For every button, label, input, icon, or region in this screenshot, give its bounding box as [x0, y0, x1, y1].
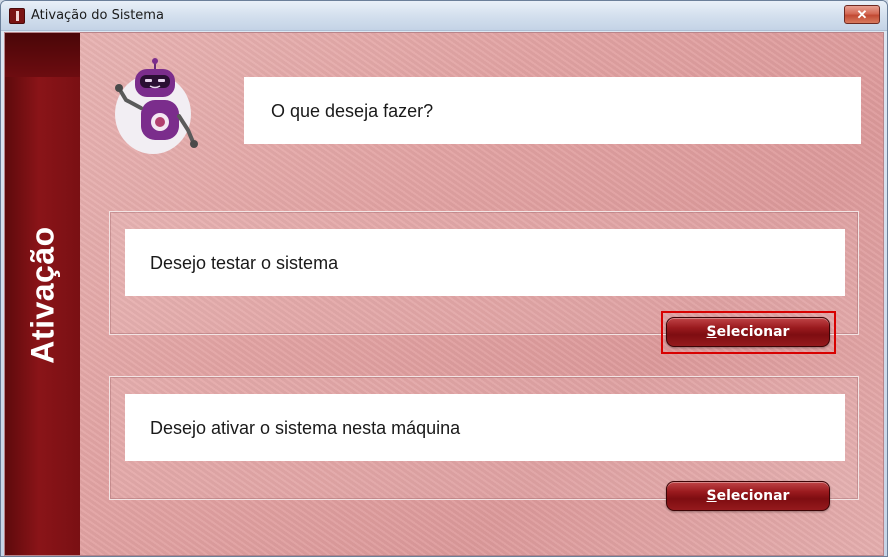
option-panel-test: Desejo testar o sistema Selecionar: [109, 211, 859, 354]
title-bar[interactable]: Ativação do Sistema ✕: [1, 1, 887, 31]
sidebar-title: Ativação: [24, 226, 61, 364]
app-logo-icon: [9, 8, 25, 24]
option-text-activate: Desejo ativar o sistema nesta máquina: [150, 418, 461, 438]
option-text-box: Desejo testar o sistema: [125, 229, 845, 296]
sidebar-top-band: [5, 33, 80, 77]
window-title: Ativação do Sistema: [31, 8, 164, 23]
option-panel-activate: Desejo ativar o sistema nesta máquina Se…: [109, 376, 859, 511]
select-test-button[interactable]: Selecionar: [666, 317, 830, 347]
select-activate-button[interactable]: Selecionar: [666, 481, 830, 511]
question-text: O que deseja fazer?: [271, 101, 434, 121]
robot-mascot-icon: [115, 58, 198, 154]
question-box: O que deseja fazer?: [244, 77, 861, 144]
close-button[interactable]: ✕: [844, 5, 880, 24]
client-area: Ativação O que deseja fazer? Desejo test…: [4, 32, 884, 556]
option-text-test: Desejo testar o sistema: [150, 253, 339, 273]
sidebar: Ativação: [5, 33, 80, 555]
option-text-box: Desejo ativar o sistema nesta máquina: [125, 394, 845, 461]
activation-window: Ativação do Sistema ✕ Ativação O que des…: [0, 0, 888, 557]
close-icon: ✕: [856, 7, 868, 22]
